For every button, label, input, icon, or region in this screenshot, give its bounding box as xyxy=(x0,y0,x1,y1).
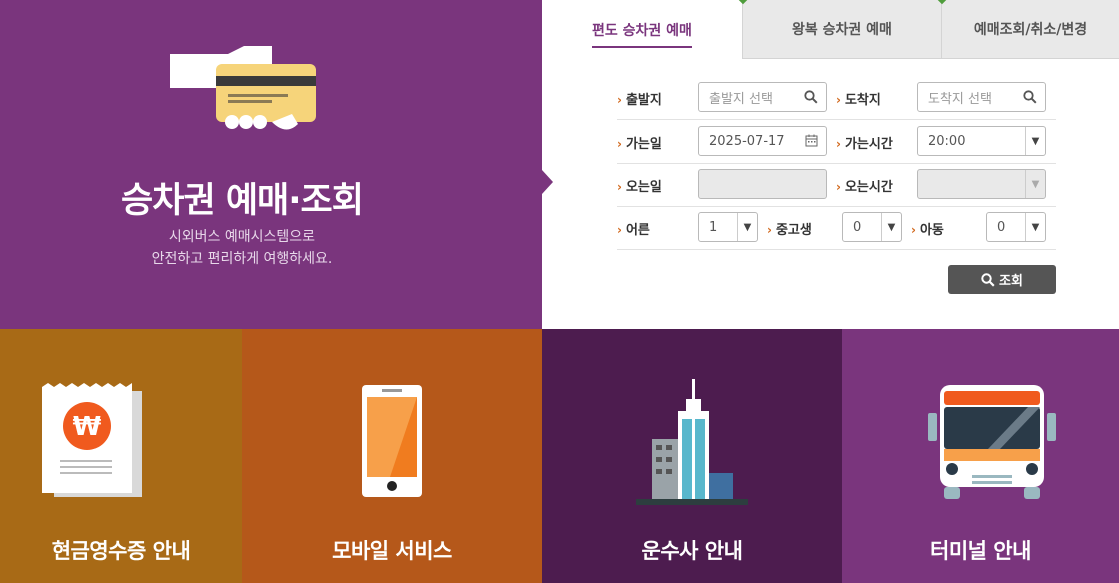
child-count-value: 0 xyxy=(997,219,1006,235)
hero-subtitle-line1: 시외버스 예매시스템으로 xyxy=(168,229,316,245)
go-time-label: › 가는시간 xyxy=(836,133,893,152)
tile-terminal-info-label: 터미널 안내 xyxy=(930,539,1031,563)
hero-subtitle-line2: 안전하고 편리하게 여행하세요. xyxy=(151,251,333,267)
arrow-icon: › xyxy=(767,223,772,237)
tile-mobile-service-label: 모바일 서비스 xyxy=(332,539,452,563)
search-icon xyxy=(804,90,818,104)
adult-count-select[interactable]: 1 ▼ xyxy=(698,212,758,242)
tab-reservation-lookup-label: 예매조회/취소/변경 xyxy=(973,22,1088,38)
arrow-icon: › xyxy=(617,223,622,237)
tab-reservation-lookup[interactable]: 예매조회/취소/변경 xyxy=(937,0,1119,59)
booking-tabs: 편도 승차권 예매 왕복 승차권 예매 예매조회/취소/변경 xyxy=(542,0,1119,59)
bus-icon xyxy=(928,385,1056,499)
return-date-input[interactable] xyxy=(698,169,827,199)
chevron-down-icon: ▼ xyxy=(1025,213,1045,241)
tile-terminal-info[interactable]: 터미널 안내 xyxy=(842,329,1119,583)
departure-input[interactable]: 출발지 선택 xyxy=(698,82,827,112)
go-time-select[interactable]: 20:00 ▼ xyxy=(917,126,1046,156)
adult-label: › 어른 xyxy=(617,219,650,238)
youth-count-select[interactable]: 0 ▼ xyxy=(842,212,902,242)
search-button[interactable]: 조회 xyxy=(948,265,1056,294)
form-row-departure-time: › 가는일 2025-07-17 › 가는시간 20:00 ▼ xyxy=(617,121,1056,164)
receipt-icon: ₩ xyxy=(42,383,142,497)
ticket-card-icon xyxy=(170,46,316,130)
tab-one-way-label: 편도 승차권 예매 xyxy=(592,20,692,48)
tab-round-trip-label: 왕복 승차권 예매 xyxy=(792,22,892,38)
tile-carrier-info[interactable]: 운수사 안내 xyxy=(542,329,842,583)
go-date-value: 2025-07-17 xyxy=(709,133,785,149)
child-label-text: 아동 xyxy=(919,223,944,238)
search-button-label: 조회 xyxy=(999,274,1023,289)
arrival-placeholder: 도착지 선택 xyxy=(928,91,992,107)
form-row-locations: › 출발지 출발지 선택 › 도착지 도착지 선택 xyxy=(617,77,1056,120)
departure-placeholder: 출발지 선택 xyxy=(709,91,773,107)
svg-text:₩: ₩ xyxy=(73,412,102,442)
child-count-select[interactable]: 0 ▼ xyxy=(986,212,1046,242)
arrow-icon: › xyxy=(836,137,841,151)
arrow-icon: › xyxy=(911,223,916,237)
youth-label: › 중고생 xyxy=(767,219,812,238)
form-row-passengers: › 어른 1 ▼ › 중고생 0 ▼ › 아동 0 ▼ xyxy=(617,207,1056,250)
search-icon xyxy=(981,272,995,287)
tile-cash-receipt[interactable]: ₩ 현금영수증 안내 xyxy=(0,329,242,583)
child-label: › 아동 xyxy=(911,219,944,238)
arrow-icon: › xyxy=(617,93,622,107)
chevron-down-icon: ▼ xyxy=(1025,170,1045,198)
go-date-label-text: 가는일 xyxy=(625,137,662,152)
go-date-label: › 가는일 xyxy=(617,133,662,152)
return-time-select[interactable]: ▼ xyxy=(917,169,1046,199)
arrival-input[interactable]: 도착지 선택 xyxy=(917,82,1046,112)
youth-label-text: 중고생 xyxy=(775,223,812,238)
departure-label-text: 출발지 xyxy=(625,93,662,108)
tile-cash-receipt-label: 현금영수증 안내 xyxy=(51,539,191,563)
arrow-icon: › xyxy=(836,180,841,194)
tab-round-trip[interactable]: 왕복 승차권 예매 xyxy=(738,0,941,59)
search-icon xyxy=(1023,90,1037,104)
return-time-label: › 오는시간 xyxy=(836,176,893,195)
hero-pointer xyxy=(542,170,553,194)
go-date-input[interactable]: 2025-07-17 xyxy=(698,126,827,156)
booking-panel: 편도 승차권 예매 왕복 승차권 예매 예매조회/취소/변경 › 출발지 출발지 … xyxy=(542,0,1119,329)
arrow-icon: › xyxy=(617,137,622,151)
go-time-value: 20:00 xyxy=(928,133,966,149)
chevron-down-icon: ▼ xyxy=(1025,127,1045,155)
return-date-label: › 오는일 xyxy=(617,176,662,195)
chevron-down-icon: ▼ xyxy=(737,213,757,241)
tile-mobile-service[interactable]: 모바일 서비스 xyxy=(242,329,542,583)
chevron-down-icon: ▼ xyxy=(881,213,901,241)
hero-subtitle: 시외버스 예매시스템으로 안전하고 편리하게 여행하세요. xyxy=(0,226,484,270)
hero-title: 승차권 예매·조회 xyxy=(121,181,364,221)
calendar-icon xyxy=(805,134,818,147)
tab-one-way[interactable]: 편도 승차권 예매 xyxy=(542,0,742,59)
form-row-return: › 오는일 › 오는시간 ▼ xyxy=(617,164,1056,207)
building-icon xyxy=(636,379,748,505)
return-date-label-text: 오는일 xyxy=(625,180,662,195)
adult-count-value: 1 xyxy=(709,219,718,235)
return-time-label-text: 오는시간 xyxy=(844,180,893,195)
arrow-icon: › xyxy=(617,180,622,194)
departure-label: › 출발지 xyxy=(617,89,662,108)
arrival-label: › 도착지 xyxy=(836,89,881,108)
youth-count-value: 0 xyxy=(853,219,862,235)
hero-banner: 승차권 예매·조회 시외버스 예매시스템으로 안전하고 편리하게 여행하세요. xyxy=(0,0,542,329)
tile-carrier-info-label: 운수사 안내 xyxy=(641,539,743,563)
adult-label-text: 어른 xyxy=(625,223,650,238)
arrival-label-text: 도착지 xyxy=(844,93,881,108)
go-time-label-text: 가는시간 xyxy=(844,137,893,152)
smartphone-icon xyxy=(362,385,422,497)
arrow-icon: › xyxy=(836,93,841,107)
